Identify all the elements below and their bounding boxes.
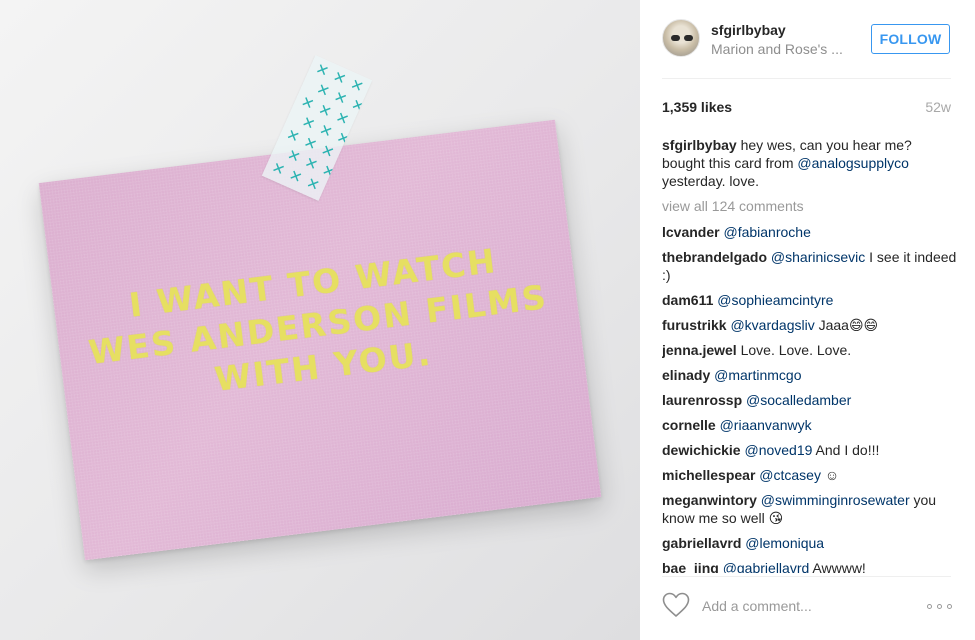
comment-item: cornelle @riaanvanwyk [662, 416, 958, 434]
comment-item: laurenrossp @socalledamber [662, 391, 958, 409]
post-age[interactable]: 52w [925, 99, 951, 115]
divider [662, 576, 951, 577]
comment-item: thebrandelgado @sharinicsevic I see it i… [662, 248, 958, 284]
caption-username[interactable]: sfgirlbybay [662, 137, 737, 153]
comment-username[interactable]: dam611 [662, 292, 713, 308]
comment-mention[interactable]: @gabriellavrd [723, 560, 810, 573]
comment-mention[interactable]: @ctcasey [759, 467, 821, 483]
tape-pattern-icon: ✕ [268, 158, 288, 180]
tape-pattern-icon: ✕ [312, 59, 332, 81]
view-all-comments-link[interactable]: view all 124 comments [662, 198, 804, 214]
comment-mention[interactable]: @sophieamcintyre [717, 292, 833, 308]
caption-mention[interactable]: @analogsupplyco [797, 155, 909, 171]
postcard-text: I WANT TO WATCH WES ANDERSON FILMS WITH … [52, 231, 583, 419]
add-comment-input[interactable] [702, 597, 912, 615]
comment-item: elinady @martinmcgo [662, 366, 958, 384]
comment-username[interactable]: dewichickie [662, 442, 741, 458]
tape-pattern-icon: ✕ [332, 107, 352, 130]
post-location[interactable]: Marion and Rose's ... [711, 41, 843, 57]
comment-mention[interactable]: @lemoniqua [745, 535, 824, 551]
heart-outline-icon[interactable] [662, 592, 690, 618]
comment-item: jenna.jewel Love. Love. Love. [662, 341, 958, 359]
comment-item: meganwintory @swimminginrosewater you kn… [662, 491, 958, 527]
more-options-icon[interactable] [927, 596, 953, 616]
tape-pattern-icon: ✕ [298, 92, 318, 114]
comment-username[interactable]: jenna.jewel [662, 342, 737, 358]
comment-username[interactable]: laurenrossp [662, 392, 742, 408]
follow-button[interactable]: FOLLOW [871, 24, 950, 54]
likes-count[interactable]: 1,359 likes [662, 99, 732, 115]
comment-username[interactable]: cornelle [662, 417, 716, 433]
comment-mention[interactable]: @fabianroche [723, 224, 810, 240]
comment-mention[interactable]: @martinmcgo [714, 367, 801, 383]
comment-username[interactable]: elinady [662, 367, 710, 383]
comment-mention[interactable]: @swimminginrosewater [761, 492, 910, 508]
comment-text: ☺ [820, 467, 840, 483]
post-photo[interactable]: I WANT TO WATCH WES ANDERSON FILMS WITH … [0, 0, 640, 640]
avatar-sunglasses [671, 35, 693, 41]
post-header: sfgirlbybay Marion and Rose's ... FOLLOW [640, 0, 975, 78]
tape-pattern-icon: ✕ [315, 99, 335, 122]
comment-username[interactable]: gabriellavrd [662, 535, 741, 551]
comment-item: lcvander @fabianroche [662, 223, 958, 241]
divider [662, 78, 951, 79]
comment-item: gabriellavrd @lemoniqua [662, 534, 958, 552]
comments-list[interactable]: lcvander @fabianroche thebrandelgado @sha… [662, 223, 958, 573]
comment-text: Love. Love. Love. [736, 342, 852, 358]
tape-pattern-icon: ✕ [303, 173, 323, 196]
tape-pattern-icon: ✕ [283, 125, 303, 147]
comment-username[interactable]: michellespear [662, 467, 755, 483]
comment-username[interactable]: lcvander [662, 224, 720, 240]
comment-username[interactable]: thebrandelgado [662, 249, 767, 265]
post-side-panel: sfgirlbybay Marion and Rose's ... FOLLOW… [640, 0, 975, 640]
comment-item: dam611 @sophieamcintyre [662, 291, 958, 309]
comment-mention[interactable]: @kvardagsliv [730, 317, 814, 333]
tape-pattern-icon: ✕ [318, 140, 338, 163]
author-username[interactable]: sfgirlbybay [711, 22, 786, 38]
comment-username[interactable]: bae_jing [662, 560, 719, 573]
comment-item: michellespear @ctcasey ☺ [662, 466, 958, 484]
comment-mention[interactable]: @socalledamber [746, 392, 851, 408]
comment-text: Jaaa😄😄 [814, 317, 879, 333]
tape-pattern-icon: ✕ [286, 165, 306, 188]
caption-text: yesterday. love. [662, 173, 760, 189]
comment-mention[interactable]: @sharinicsevic [771, 249, 865, 265]
comment-username[interactable]: furustrikk [662, 317, 727, 333]
comment-item: bae_jing @gabriellavrd Awwww! [662, 559, 958, 573]
tape-pattern-icon: ✕ [300, 132, 320, 155]
avatar[interactable] [662, 19, 700, 57]
comment-item: furustrikk @kvardagsliv Jaaa😄😄 [662, 316, 958, 334]
post-caption: sfgirlbybay hey wes, can you hear me? bo… [662, 136, 958, 190]
comment-mention[interactable]: @riaanvanwyk [720, 417, 812, 433]
tape-pattern-icon: ✕ [347, 74, 367, 97]
comment-username[interactable]: meganwintory [662, 492, 757, 508]
comment-text: Awwww! [809, 560, 866, 573]
tape-pattern-icon: ✕ [330, 67, 350, 89]
comment-mention[interactable]: @noved19 [744, 442, 812, 458]
comment-text: And I do!!! [812, 442, 880, 458]
comment-item: dewichickie @noved19 And I do!!! [662, 441, 958, 459]
